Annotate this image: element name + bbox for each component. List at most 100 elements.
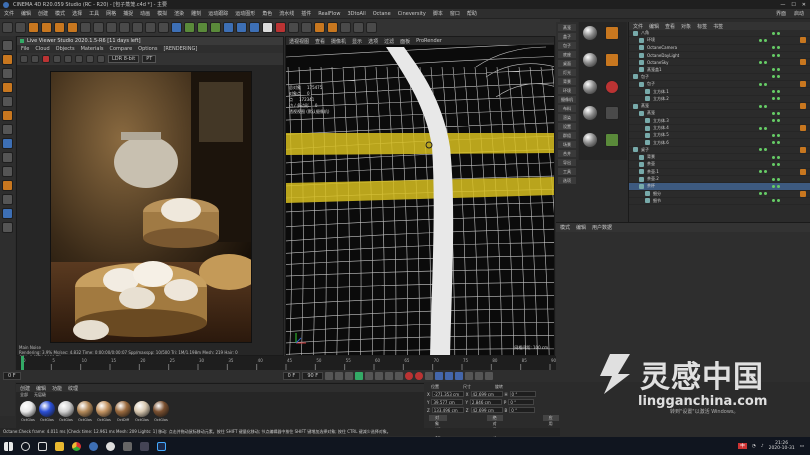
scale-icon[interactable] <box>54 22 65 33</box>
object-row[interactable]: 蒸笼 <box>629 110 810 118</box>
deformer-icon[interactable] <box>223 22 234 33</box>
y-axis-icon[interactable] <box>93 22 104 33</box>
material-tag-icon[interactable] <box>800 37 806 44</box>
render-view-icon[interactable] <box>132 22 143 33</box>
octane-render-tag-icon[interactable] <box>605 52 619 67</box>
object-row[interactable]: 包子 <box>629 81 810 89</box>
restart-render-icon[interactable] <box>31 55 39 63</box>
menu-item[interactable]: 模拟 <box>157 10 167 17</box>
layer-tab[interactable]: 环境 <box>558 87 576 94</box>
material-tag-icon[interactable] <box>800 125 806 131</box>
object-row[interactable]: 立方体.6 <box>629 139 810 147</box>
material-swatch[interactable]: OctDiff <box>115 401 131 422</box>
coord-system-icon[interactable] <box>119 22 130 33</box>
object-row[interactable]: 立方体.2 <box>629 96 810 103</box>
object-row[interactable]: 桌子 <box>629 146 810 155</box>
material-menu-item[interactable]: 纹理 <box>68 385 78 392</box>
octane-camera-icon[interactable] <box>288 22 299 33</box>
live-viewer-menu-item[interactable]: Materials <box>81 46 104 52</box>
material-tag-icon[interactable] <box>800 81 806 88</box>
menu-item[interactable]: 创建 <box>38 10 48 17</box>
menu-item[interactable]: 流水线 <box>279 10 294 17</box>
octane-sun-icon[interactable] <box>314 22 325 33</box>
visibility-flags[interactable] <box>772 75 810 79</box>
visibility-flags[interactable] <box>772 133 810 137</box>
glossy-sphere-icon[interactable] <box>583 52 597 67</box>
object-row[interactable]: 蒸笼 <box>629 103 810 111</box>
material-tag-icon[interactable] <box>800 59 806 66</box>
menu-item[interactable]: 文件 <box>4 10 14 17</box>
coord-mode-select[interactable]: 对象 (相对) <box>429 415 447 438</box>
ime-indicator[interactable]: 中 <box>738 443 747 449</box>
menu-item-right[interactable]: 启动 <box>794 10 804 17</box>
object-menu-item[interactable]: 查看 <box>665 23 675 30</box>
lock-icon[interactable] <box>2 194 13 205</box>
material-swatch[interactable]: OctGlos <box>20 401 36 422</box>
light-tag-icon[interactable] <box>605 133 619 148</box>
visibility-flags[interactable] <box>759 192 797 196</box>
object-row[interactable]: 立方体.1 <box>629 88 810 96</box>
app-icon[interactable] <box>106 441 115 451</box>
object-menu-item[interactable]: 对象 <box>681 23 691 30</box>
next-key-icon[interactable] <box>375 372 384 380</box>
menu-item[interactable]: 选择 <box>72 10 82 17</box>
network-icon[interactable]: ◔ <box>752 444 756 449</box>
timeline-settings-icon[interactable] <box>485 372 494 380</box>
sculpt-icon[interactable] <box>2 222 13 233</box>
menu-item-right[interactable]: 界面 <box>776 10 786 17</box>
object-row[interactable]: 立方体.3 <box>629 118 810 125</box>
layer-tab[interactable]: 摄像机 <box>558 96 576 103</box>
object-row[interactable]: 蒸笼盖1 <box>629 66 810 74</box>
object-row[interactable]: 包子 <box>629 74 810 82</box>
pick-material-icon[interactable] <box>97 55 105 63</box>
kernel-select[interactable]: PT <box>142 55 157 63</box>
visibility-flags[interactable] <box>759 82 797 86</box>
menu-item[interactable]: Octane <box>373 11 391 17</box>
play-icon[interactable] <box>355 372 364 380</box>
menu-item[interactable]: 脚本 <box>433 10 443 17</box>
pause-render-icon[interactable] <box>53 55 61 63</box>
send-scene-icon[interactable] <box>20 55 28 63</box>
undo-icon[interactable] <box>2 22 13 33</box>
object-row[interactable]: 细节 <box>629 198 810 206</box>
texture-mode-icon[interactable] <box>2 68 13 79</box>
start-frame-field[interactable]: 0 F <box>282 372 301 380</box>
end-frame-field[interactable]: 90 F <box>302 372 324 380</box>
menu-item[interactable]: 渲染 <box>174 10 184 17</box>
menu-item[interactable]: 工具 <box>89 10 99 17</box>
volume-icon[interactable]: ♪ <box>761 444 764 449</box>
mix-sphere-icon[interactable] <box>583 133 597 148</box>
stop-render-icon[interactable] <box>42 55 50 63</box>
layer-tab[interactable]: 桌面 <box>558 60 576 67</box>
material-menu-item[interactable]: 创建 <box>20 385 30 392</box>
layer-tab[interactable]: 盖子 <box>558 33 576 40</box>
menu-item[interactable]: 3DtoAll <box>347 11 365 17</box>
visibility-flags[interactable] <box>759 170 797 174</box>
lock-resolution-icon[interactable] <box>64 55 72 63</box>
tweak-mode-icon[interactable] <box>2 138 13 149</box>
object-row[interactable]: 环境 <box>629 37 810 45</box>
visibility-flags[interactable] <box>772 68 810 72</box>
ps-icon[interactable] <box>157 441 166 451</box>
layer-tab[interactable]: 场景 <box>558 141 576 148</box>
layer-tab[interactable]: 包子 <box>558 42 576 49</box>
minimize-button[interactable]: — <box>780 2 785 8</box>
live-viewer-menu-item[interactable]: Options <box>138 46 157 52</box>
no-render-icon[interactable] <box>605 79 619 94</box>
parameter-key-icon[interactable] <box>465 372 474 380</box>
menu-item[interactable]: Cineversity <box>398 11 426 17</box>
visibility-flags[interactable] <box>759 60 797 64</box>
light-icon[interactable] <box>262 22 273 33</box>
pla-key-icon[interactable] <box>475 372 484 380</box>
apply-button[interactable]: 应用 <box>542 415 559 426</box>
visibility-flags[interactable] <box>772 119 810 123</box>
make-editable-icon[interactable] <box>2 40 13 51</box>
material-tag-icon[interactable] <box>800 168 806 175</box>
move-icon[interactable] <box>41 22 52 33</box>
material-swatch[interactable]: OctGlos <box>96 401 112 422</box>
visibility-flags[interactable] <box>759 148 797 152</box>
edge-mode-icon[interactable] <box>2 96 13 107</box>
render-picture-icon[interactable] <box>145 22 156 33</box>
explorer-icon[interactable] <box>55 441 64 451</box>
material-swatch[interactable]: OctGlos <box>153 401 169 422</box>
